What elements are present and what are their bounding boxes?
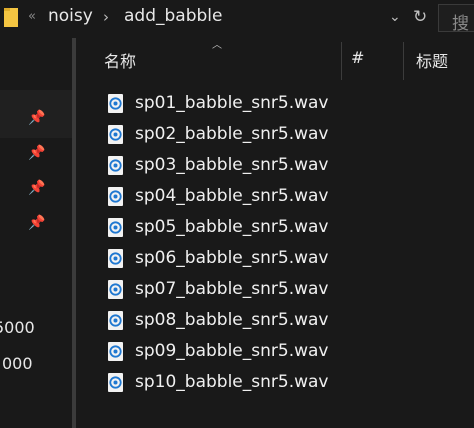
search-placeholder: 搜 (452, 14, 469, 32)
file-row[interactable]: sp07_babble_snr5.wav (106, 277, 406, 305)
file-row[interactable]: sp06_babble_snr5.wav (106, 246, 406, 274)
pin-icon[interactable]: 📌 (28, 110, 45, 126)
file-list: 名称 ︿ # 标题 sp01_babble_snr5.wav sp02_babbl… (76, 38, 474, 428)
pin-icon[interactable]: 📌 (28, 180, 45, 196)
column-header-name[interactable]: 名称 (104, 48, 136, 72)
search-input[interactable]: 搜 (438, 4, 474, 32)
nav-partial-value: 000 (2, 354, 33, 373)
sort-ascending-icon: ︿ (212, 40, 222, 51)
audio-file-icon (108, 342, 123, 361)
back-history-icon[interactable]: « (28, 9, 36, 24)
navigation-pane: 📌 📌 📌 📌 5000 000 (0, 38, 72, 428)
breadcrumb-noisy[interactable]: noisy (48, 6, 93, 26)
audio-file-icon (108, 156, 123, 175)
file-name: sp05_babble_snr5.wav (135, 217, 329, 237)
column-header-title[interactable]: 标题 (416, 48, 448, 72)
column-divider[interactable] (341, 42, 342, 80)
audio-file-icon (108, 311, 123, 330)
nav-partial-value: 5000 (0, 318, 35, 337)
audio-file-icon (108, 280, 123, 299)
file-name: sp03_babble_snr5.wav (135, 155, 329, 175)
file-name: sp01_babble_snr5.wav (135, 93, 329, 113)
file-row[interactable]: sp05_babble_snr5.wav (106, 215, 406, 243)
file-row[interactable]: sp01_babble_snr5.wav (106, 91, 406, 119)
file-name: sp08_babble_snr5.wav (135, 310, 329, 330)
file-row[interactable]: sp08_babble_snr5.wav (106, 308, 406, 336)
file-name: sp09_babble_snr5.wav (135, 341, 329, 361)
chevron-down-icon[interactable]: ⌄ (389, 9, 401, 25)
file-row[interactable]: sp03_babble_snr5.wav (106, 153, 406, 181)
audio-file-icon (108, 187, 123, 206)
file-row[interactable]: sp02_babble_snr5.wav (106, 122, 406, 150)
pin-icon[interactable]: 📌 (28, 145, 45, 161)
file-name: sp07_babble_snr5.wav (135, 279, 329, 299)
audio-file-icon (108, 125, 123, 144)
audio-file-icon (108, 249, 123, 268)
file-row[interactable]: sp10_babble_snr5.wav (106, 370, 406, 398)
file-name: sp04_babble_snr5.wav (135, 186, 329, 206)
refresh-icon[interactable]: ↻ (413, 7, 427, 27)
address-bar: « noisy › add_babble ⌄ ↻ 搜 (0, 0, 474, 38)
breadcrumb-add-babble[interactable]: add_babble (124, 6, 222, 26)
column-divider[interactable] (403, 42, 404, 80)
audio-file-icon (108, 373, 123, 392)
file-name: sp06_babble_snr5.wav (135, 248, 329, 268)
pin-icon[interactable]: 📌 (28, 215, 45, 231)
audio-file-icon (108, 94, 123, 113)
file-name: sp02_babble_snr5.wav (135, 124, 329, 144)
file-row[interactable]: sp09_babble_snr5.wav (106, 339, 406, 367)
folder-icon (4, 6, 20, 28)
file-row[interactable]: sp04_babble_snr5.wav (106, 184, 406, 212)
file-name: sp10_babble_snr5.wav (135, 372, 329, 392)
audio-file-icon (108, 218, 123, 237)
column-header-number[interactable]: # (351, 48, 364, 67)
breadcrumb-separator-icon: › (103, 8, 109, 26)
